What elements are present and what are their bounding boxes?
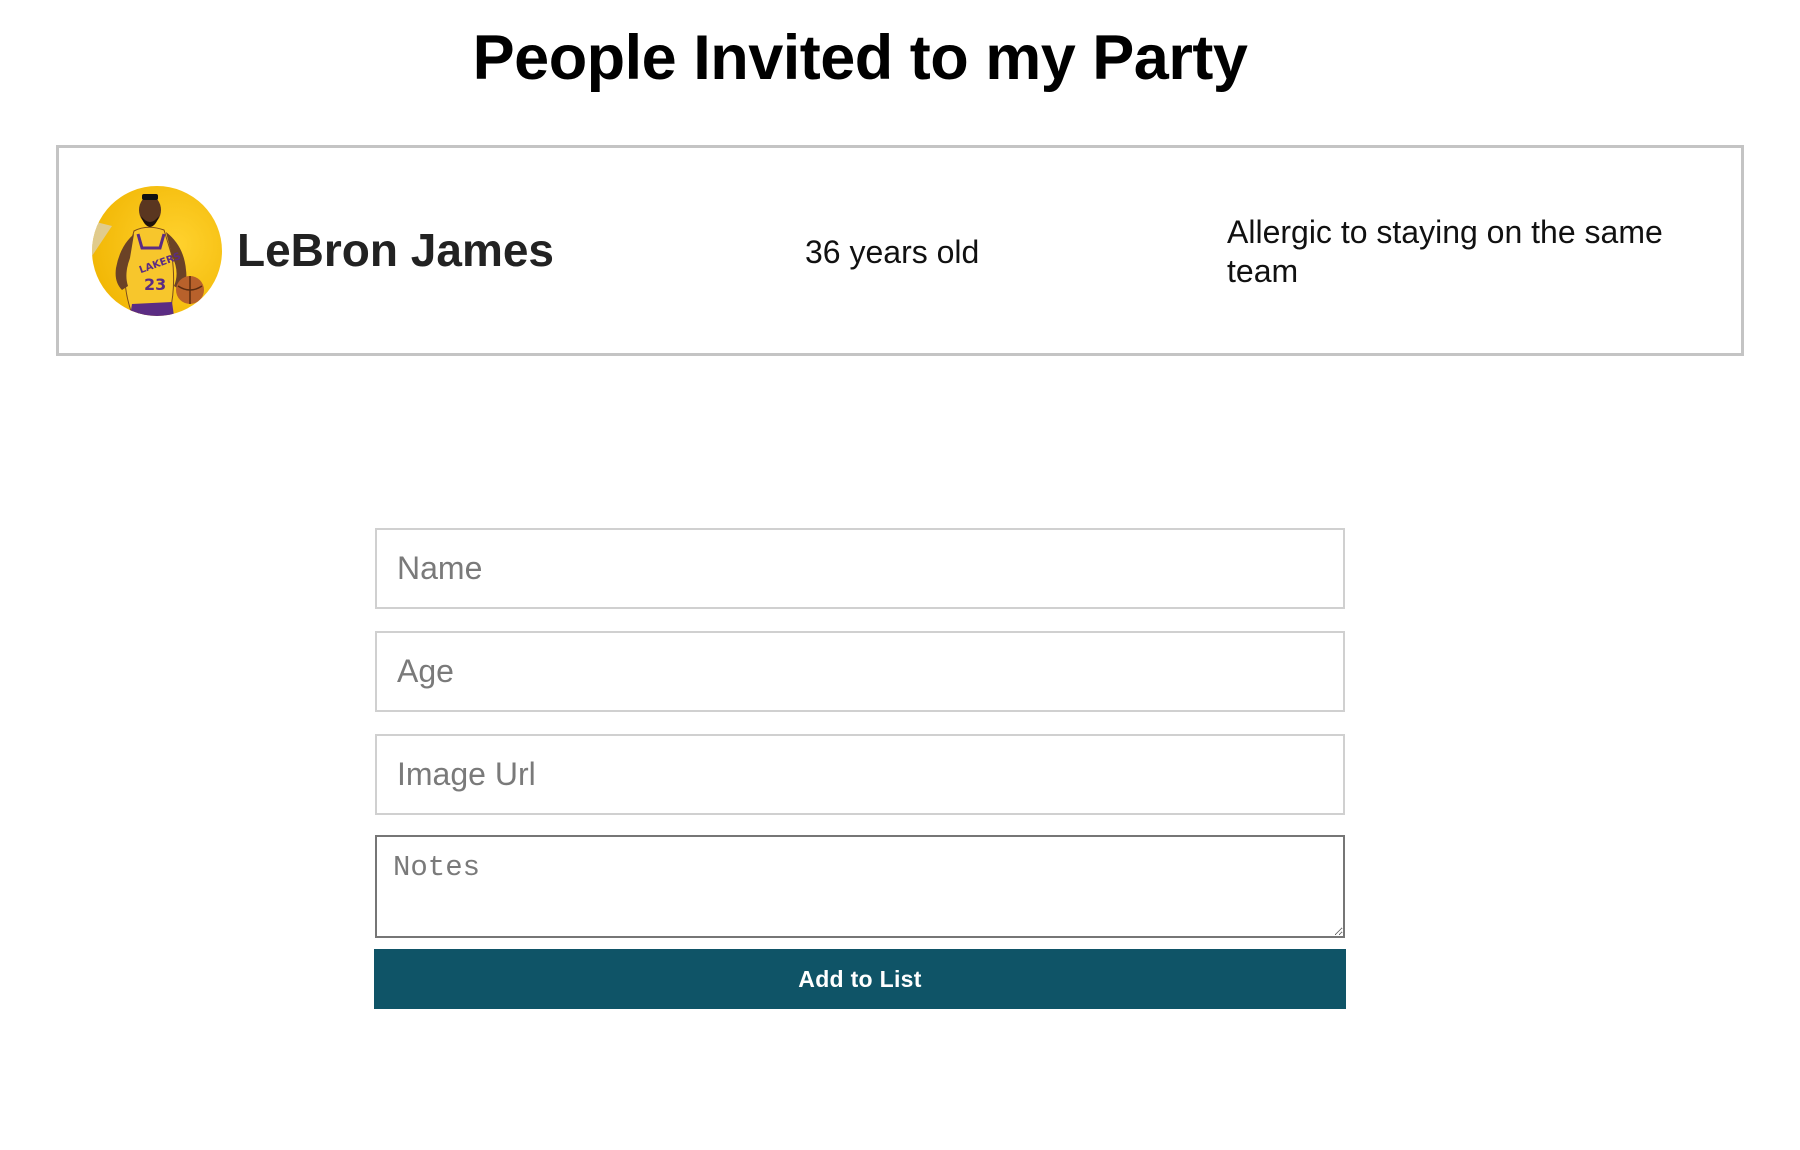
guest-age: 36 years old: [805, 234, 980, 270]
guest-card: LAKERS 23 LeBron James 36 years old Alle…: [56, 145, 1744, 356]
add-guest-form: Add to List: [374, 528, 1346, 1009]
add-to-list-button[interactable]: Add to List: [374, 949, 1346, 1009]
guest-avatar: LAKERS 23: [92, 186, 222, 316]
guest-list: LAKERS 23 LeBron James 36 years old Alle…: [56, 145, 1744, 356]
notes-textarea[interactable]: [375, 835, 1345, 938]
guest-name: LeBron James: [237, 224, 555, 276]
guest-note: Allergic to staying on the same team: [1227, 214, 1663, 289]
player-photo-avatar-icon: LAKERS 23: [92, 186, 222, 316]
svg-text:23: 23: [144, 275, 166, 294]
image-url-input[interactable]: [375, 734, 1345, 815]
age-input[interactable]: [375, 631, 1345, 712]
name-input[interactable]: [375, 528, 1345, 609]
page-title: People Invited to my Party: [472, 23, 1248, 93]
